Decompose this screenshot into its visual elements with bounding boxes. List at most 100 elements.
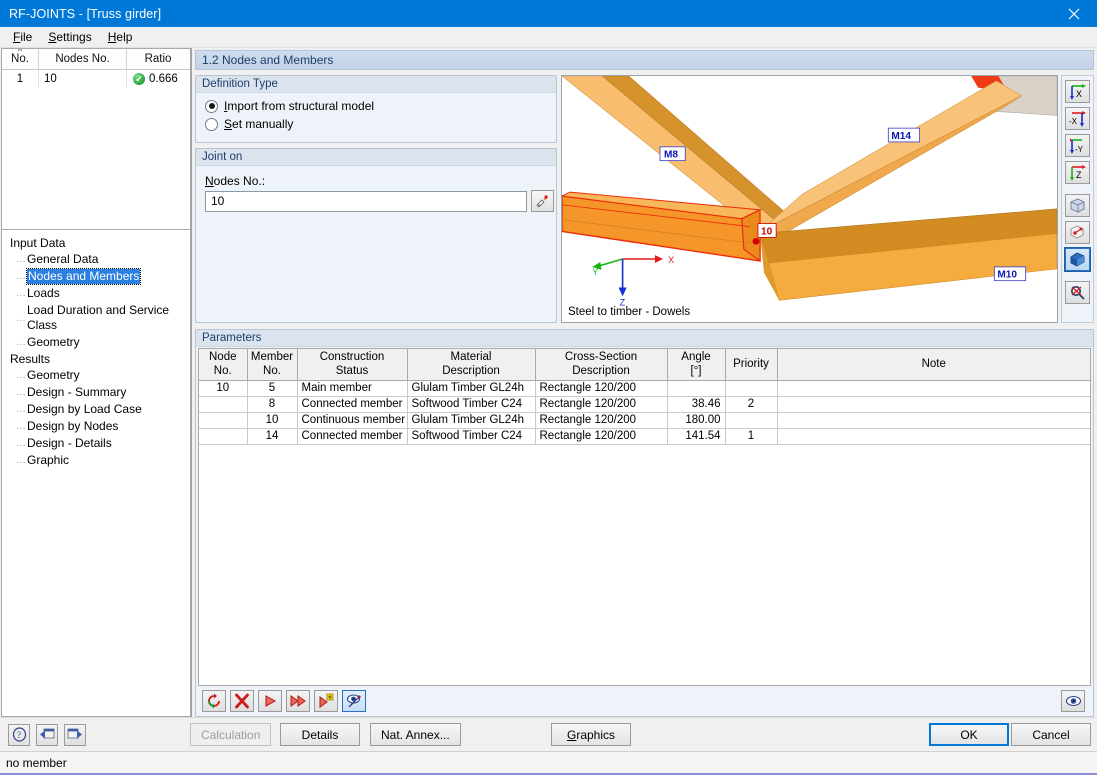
ok-button[interactable]: OK bbox=[929, 723, 1009, 746]
view-in-minus-x-icon[interactable]: -X bbox=[1065, 107, 1090, 130]
isometric-view-icon[interactable] bbox=[1065, 194, 1090, 217]
view-in-x-icon[interactable]: X bbox=[1065, 80, 1090, 103]
zoom-reset-icon[interactable] bbox=[1065, 281, 1090, 304]
eye-icon[interactable] bbox=[1061, 690, 1085, 712]
visibility-edit-icon[interactable] bbox=[342, 690, 366, 712]
table-row[interactable]: 1 10 ✓ 0.666 bbox=[2, 70, 190, 88]
fast-forward-icon[interactable] bbox=[286, 690, 310, 712]
pick-node-icon[interactable] bbox=[531, 190, 554, 212]
top-row: Definition Type Import from structural m… bbox=[195, 75, 1094, 323]
view-rotate-icon[interactable] bbox=[1065, 221, 1090, 244]
joint-row-ratio-cell: ✓ 0.666 bbox=[127, 70, 189, 88]
menu-item-settings[interactable]: Settings bbox=[40, 28, 99, 46]
sidebar-item-design-by-nodes[interactable]: … Design by Nodes bbox=[2, 418, 190, 435]
sidebar-item-graphic[interactable]: … Graphic bbox=[2, 452, 190, 469]
cell-angle: 180.00 bbox=[667, 412, 726, 429]
col-material-description[interactable]: Material Description bbox=[407, 349, 536, 381]
cell-section[interactable]: Rectangle 120/200 bbox=[535, 380, 668, 397]
view-in-minus-y-icon[interactable]: -Y bbox=[1065, 134, 1090, 157]
status-bar: no member bbox=[0, 751, 1097, 775]
table-row[interactable]: 10 5 Main member Glulam Timber GL24h Rec… bbox=[199, 380, 1090, 397]
col-cross-section-description[interactable]: Cross-Section Description bbox=[535, 349, 668, 381]
import-icon[interactable] bbox=[36, 723, 58, 746]
sidebar-item-design-summary[interactable]: … Design - Summary bbox=[2, 384, 190, 401]
svg-text:M14: M14 bbox=[891, 131, 911, 142]
cell-priority[interactable]: 1 bbox=[725, 428, 778, 445]
sidebar-item-results-geometry[interactable]: … Geometry bbox=[2, 367, 190, 384]
calculation-button[interactable]: Calculation bbox=[190, 723, 272, 746]
sidebar-item-design-details[interactable]: … Design - Details bbox=[2, 435, 190, 452]
sidebar-item-label: Design - Details bbox=[27, 436, 112, 450]
cell-material[interactable]: Glulam Timber GL24h bbox=[407, 412, 536, 429]
close-icon[interactable] bbox=[1051, 0, 1097, 27]
graphics-button[interactable]: Graphics bbox=[551, 723, 631, 746]
page-title: 1.2 Nodes and Members bbox=[195, 50, 1094, 70]
col-angle[interactable]: Angle [°] bbox=[667, 349, 726, 381]
details-button[interactable]: Details bbox=[280, 723, 360, 746]
next-icon[interactable] bbox=[258, 690, 282, 712]
radio-import-from-structural-model[interactable]: Import from structural model bbox=[196, 95, 556, 113]
cell-priority[interactable]: 2 bbox=[725, 396, 778, 413]
help-icon[interactable]: ? bbox=[8, 723, 30, 746]
add-row-icon[interactable] bbox=[314, 690, 338, 712]
cell-status[interactable]: Main member bbox=[297, 380, 408, 397]
col-priority[interactable]: Priority bbox=[725, 349, 778, 381]
model-3d-viewport[interactable]: X Y Z M8 M14 M10 10 Steel to timber - Do… bbox=[561, 75, 1058, 323]
col-member-no[interactable]: Member No. bbox=[247, 349, 298, 381]
sidebar-item-geometry-input[interactable]: … Geometry bbox=[2, 334, 190, 351]
cell-status[interactable]: Connected member bbox=[297, 396, 408, 413]
cell-member-no[interactable]: 10 bbox=[247, 412, 298, 429]
joint-list-col-nodes[interactable]: Nodes No. bbox=[39, 49, 127, 69]
col-note[interactable]: Note bbox=[777, 349, 1090, 381]
table-empty-area[interactable] bbox=[199, 444, 1090, 445]
cell-section[interactable]: Rectangle 120/200 bbox=[535, 428, 668, 445]
cell-note bbox=[777, 412, 1090, 429]
sidebar-item-design-by-load-case[interactable]: … Design by Load Case bbox=[2, 401, 190, 418]
main-body: ^ No. Nodes No. Ratio 1 10 ✓ 0.666 Input bbox=[0, 48, 1097, 717]
cell-member-no[interactable]: 5 bbox=[247, 380, 298, 397]
sidebar-item-general-data[interactable]: … General Data bbox=[2, 251, 190, 268]
svg-text:Y: Y bbox=[592, 267, 598, 277]
export-icon[interactable] bbox=[64, 723, 86, 746]
table-row[interactable]: 10 Continuous member Glulam Timber GL24h… bbox=[199, 412, 1090, 429]
parameters-body: 10 5 Main member Glulam Timber GL24h Rec… bbox=[199, 380, 1090, 445]
cell-member-no[interactable]: 14 bbox=[247, 428, 298, 445]
nat-annex-button[interactable]: Nat. Annex... bbox=[370, 723, 461, 746]
cell-material[interactable]: Glulam Timber GL24h bbox=[407, 380, 536, 397]
cell-status[interactable]: Connected member bbox=[297, 428, 408, 445]
parameters-group: Parameters Node No. Member No. Construct… bbox=[195, 329, 1094, 717]
cell-material[interactable]: Softwood Timber C24 bbox=[407, 396, 536, 413]
table-row[interactable]: 8 Connected member Softwood Timber C24 R… bbox=[199, 396, 1090, 413]
cancel-button[interactable]: Cancel bbox=[1011, 723, 1091, 746]
refresh-icon[interactable] bbox=[202, 690, 226, 712]
tree-branch-icon: … bbox=[16, 421, 26, 432]
sidebar-item-loads[interactable]: … Loads bbox=[2, 285, 190, 302]
cell-status[interactable]: Continuous member bbox=[297, 412, 408, 429]
menu-item-help[interactable]: Help bbox=[100, 28, 141, 46]
delete-row-icon[interactable] bbox=[230, 690, 254, 712]
cell-node-no bbox=[199, 428, 248, 445]
check-circle-icon: ✓ bbox=[133, 73, 145, 85]
parameters-table-wrapper: Node No. Member No. Construction Status … bbox=[198, 348, 1091, 686]
cell-section[interactable]: Rectangle 120/200 bbox=[535, 412, 668, 429]
cell-material[interactable]: Softwood Timber C24 bbox=[407, 428, 536, 445]
cell-section[interactable]: Rectangle 120/200 bbox=[535, 396, 668, 413]
col-construction-status[interactable]: Construction Status bbox=[297, 349, 408, 381]
render-solid-icon[interactable] bbox=[1064, 247, 1091, 272]
cell-note bbox=[777, 428, 1090, 445]
col-node-no[interactable]: Node No. bbox=[199, 349, 248, 381]
radio-set-manually[interactable]: Set manually bbox=[196, 113, 556, 131]
sidebar-item-label: Geometry bbox=[27, 335, 80, 349]
table-row[interactable]: 14 Connected member Softwood Timber C24 … bbox=[199, 428, 1090, 445]
sidebar-item-load-duration-and-service-class[interactable]: … Load Duration and Service Class bbox=[2, 302, 190, 334]
joint-list-col-ratio[interactable]: Ratio bbox=[127, 49, 189, 69]
svg-text:X: X bbox=[668, 255, 674, 265]
sidebar-item-nodes-and-members[interactable]: … Nodes and Members bbox=[2, 268, 190, 285]
cell-member-no[interactable]: 8 bbox=[247, 396, 298, 413]
nodes-no-input[interactable]: 10 bbox=[205, 190, 527, 212]
joint-list-col-no[interactable]: ^ No. bbox=[2, 49, 39, 69]
tree-branch-icon: … bbox=[16, 404, 26, 415]
navigation-tree: Input Data … General Data … Nodes and Me… bbox=[1, 230, 191, 717]
menu-item-file[interactable]: File bbox=[5, 28, 40, 46]
view-in-z-icon[interactable]: Z bbox=[1065, 161, 1090, 184]
